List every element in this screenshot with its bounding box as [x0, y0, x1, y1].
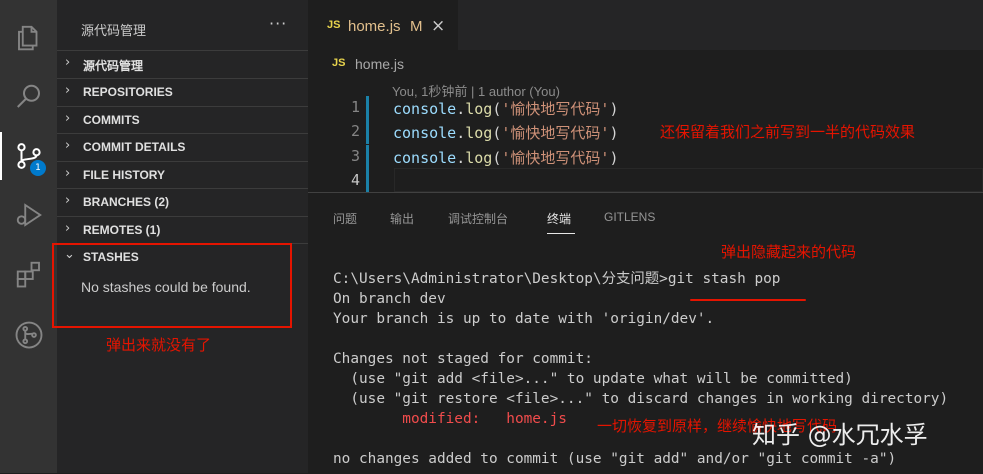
terminal-line: Changes not staged for commit: [333, 351, 593, 367]
section-label: REMOTES (1) [83, 223, 161, 237]
code-punct: ) [609, 124, 619, 142]
command-underline [690, 299, 806, 301]
code-text: console.log('愉快地写代码') [393, 122, 618, 143]
source-control-icon[interactable]: 1 [0, 132, 57, 180]
modified-indicator: M [410, 18, 423, 35]
terminal-line: (use "git restore <file>..." to discard … [333, 391, 949, 407]
terminal-line: no changes added to commit (use "git add… [333, 451, 897, 467]
tab-terminal[interactable]: 终端 [547, 210, 571, 227]
chevron-right-icon: › [65, 166, 71, 181]
code-token-string: '愉快地写代码' [501, 100, 610, 118]
git-gutter-added [366, 145, 369, 169]
chevron-right-icon: › [65, 138, 71, 153]
close-icon[interactable]: × [431, 16, 445, 36]
extensions-icon[interactable] [0, 250, 57, 298]
line-number: 1 [350, 98, 360, 116]
code-punct: . [456, 100, 466, 118]
line-number: 4 [350, 171, 360, 189]
sidebar-title: 源代码管理 [81, 24, 147, 39]
code-punct: ) [609, 100, 619, 118]
more-actions-icon[interactable]: ··· [269, 14, 287, 33]
chevron-right-icon: › [65, 55, 71, 70]
breadcrumb: JS home.js [308, 50, 983, 78]
editor-annotation: 还保留着我们之前写到一半的代码效果 [660, 123, 916, 141]
chevron-right-icon: › [65, 83, 71, 98]
tab-debug-console[interactable]: 调试控制台 [448, 210, 508, 227]
editor-tab-bar: JS home.js M × [308, 0, 983, 50]
tab-gitlens[interactable]: GITLENS [604, 210, 655, 224]
code-token-function: log [465, 124, 493, 142]
code-punct: . [456, 149, 466, 167]
line-number: 3 [350, 147, 360, 165]
annotation-box [52, 243, 292, 328]
gitlens-icon[interactable] [0, 311, 57, 359]
section-label: FILE HISTORY [83, 168, 166, 182]
js-file-icon: JS [332, 57, 346, 69]
search-icon[interactable] [0, 73, 57, 121]
tab-problems[interactable]: 问题 [333, 210, 357, 227]
active-tab-underline [547, 233, 575, 234]
terminal-line: Your branch is up to date with 'origin/d… [333, 311, 715, 327]
explorer-icon[interactable] [0, 14, 57, 62]
section-commits[interactable]: › COMMITS [57, 106, 308, 134]
chevron-right-icon: › [65, 221, 71, 236]
code-text: console.log('愉快地写代码') [393, 98, 618, 119]
panel-annotation: 弹出隐藏起来的代码 [721, 243, 857, 261]
section-label: 源代码管理 [83, 59, 144, 73]
code-text: console.log('愉快地写代码') [393, 147, 618, 168]
code-line[interactable]: 4 [308, 169, 983, 193]
zhihu-watermark: 知乎 @水冗水孚 [752, 421, 928, 449]
chevron-right-icon: › [65, 111, 71, 126]
code-punct: . [456, 124, 466, 142]
section-commit-details[interactable]: › COMMIT DETAILS [57, 133, 308, 161]
code-token-function: log [465, 100, 493, 118]
code-token-string: '愉快地写代码' [501, 124, 610, 142]
git-gutter-added [366, 96, 369, 120]
terminal-line: On branch dev [333, 291, 446, 307]
code-line[interactable]: 3 console.log('愉快地写代码') [308, 145, 983, 169]
terminal-prompt: C:\Users\Administrator\Desktop\分支问题> [333, 271, 668, 287]
js-file-icon: JS [327, 19, 341, 31]
section-remotes[interactable]: › REMOTES (1) [57, 216, 308, 244]
git-gutter-added [366, 120, 369, 144]
code-token-object: console [393, 100, 457, 118]
source-control-badge: 1 [30, 160, 46, 176]
section-label: BRANCHES (2) [83, 195, 170, 209]
tab-home-js[interactable]: JS home.js M × [308, 0, 458, 50]
git-gutter-added [366, 169, 369, 193]
code-token-object: console [393, 149, 457, 167]
terminal-command: git stash pop [667, 271, 781, 287]
terminal-modified-line: modified: home.js [333, 411, 567, 427]
section-label: REPOSITORIES [83, 85, 173, 99]
chevron-right-icon: › [65, 193, 71, 208]
section-source-control[interactable]: › 源代码管理 [57, 50, 308, 78]
code-token-function: log [465, 149, 493, 167]
terminal-line: (use "git add <file>..." to update what … [333, 371, 853, 387]
section-repositories[interactable]: › REPOSITORIES [57, 78, 308, 106]
section-file-history[interactable]: › FILE HISTORY [57, 161, 308, 189]
tab-label: home.js [348, 18, 401, 35]
active-indicator [0, 132, 2, 180]
code-token-string: '愉快地写代码' [501, 149, 610, 167]
tab-output[interactable]: 输出 [390, 210, 414, 227]
activity-bar: 1 [0, 0, 57, 473]
source-control-sidebar: 源代码管理 ··· › 源代码管理 › REPOSITORIES › COMMI… [57, 0, 308, 473]
code-punct: ) [609, 149, 619, 167]
sidebar-annotation: 弹出来就没有了 [106, 336, 212, 354]
run-debug-icon[interactable] [0, 191, 57, 239]
section-branches[interactable]: › BRANCHES (2) [57, 188, 308, 216]
section-label: COMMIT DETAILS [83, 140, 186, 154]
section-label: COMMITS [83, 113, 140, 127]
breadcrumb-file[interactable]: home.js [355, 56, 404, 72]
code-line[interactable]: 1 console.log('愉快地写代码') [308, 96, 983, 120]
line-number: 2 [350, 122, 360, 140]
code-token-object: console [393, 124, 457, 142]
